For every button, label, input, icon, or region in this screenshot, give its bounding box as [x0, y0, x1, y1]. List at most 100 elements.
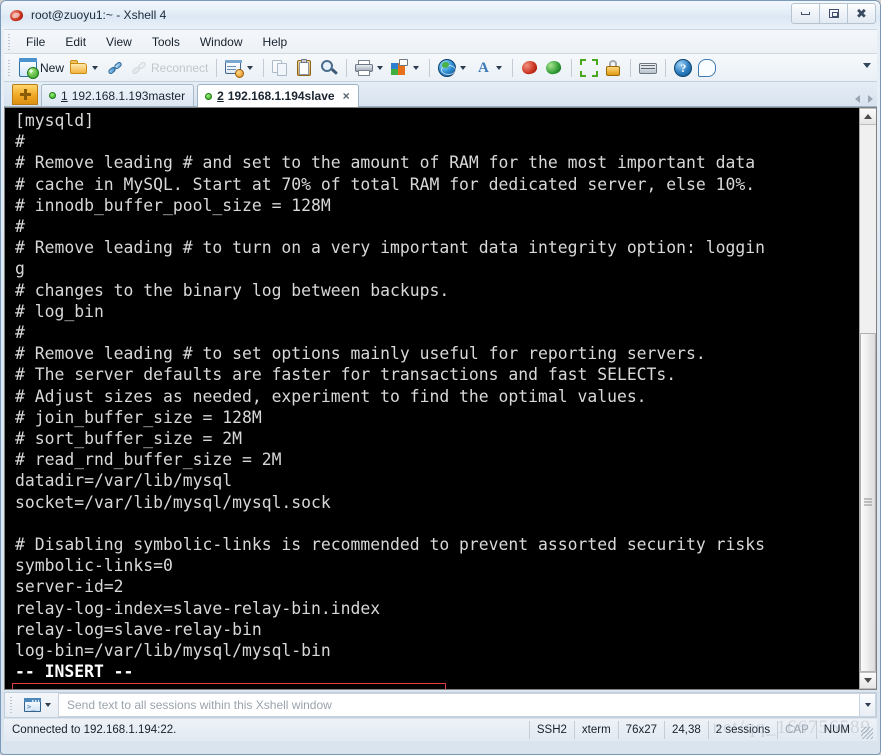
terminal-line: # changes to the binary log between back…: [15, 280, 450, 300]
toolbar-drag-grip[interactable]: [6, 58, 13, 77]
chevron-down-icon[interactable]: [92, 65, 99, 70]
chevron-down-icon[interactable]: [460, 65, 467, 70]
printer-icon: [355, 59, 374, 77]
chevron-down-icon[interactable]: [247, 65, 254, 70]
session-properties-button[interactable]: [222, 56, 258, 80]
find-button[interactable]: [317, 56, 341, 80]
terminal-line: #: [15, 323, 25, 343]
new-tab-button[interactable]: [12, 84, 38, 105]
menu-view[interactable]: View: [97, 32, 141, 52]
terminal-line: # log_bin: [15, 301, 104, 321]
chevron-up-icon: [864, 114, 872, 119]
minimize-button[interactable]: [791, 3, 820, 24]
send-target-button[interactable]: >_: [18, 697, 56, 712]
terminal-line: #: [15, 132, 25, 152]
send-to-all-bar: >_ Send text to all sessions within this…: [4, 692, 877, 718]
connect-button[interactable]: [103, 56, 127, 80]
toolbar-separator: [512, 58, 514, 77]
send-history-dropdown[interactable]: [859, 693, 876, 717]
menu-drag-grip[interactable]: [6, 32, 13, 51]
tab-bar: 1 192.168.1.193master 2 192.168.1.194sla…: [4, 82, 877, 107]
toolbar-separator: [263, 58, 265, 77]
xshell-button[interactable]: [518, 56, 542, 80]
toolbar-separator: [665, 58, 667, 77]
new-window-icon: +: [18, 58, 39, 79]
terminal-output[interactable]: [mysqld] # # Remove leading # and set to t…: [5, 108, 859, 689]
sendbar-drag-grip[interactable]: [8, 696, 15, 714]
lock-button[interactable]: [601, 56, 625, 80]
terminal-line: socket=/var/lib/mysql/mysql.sock: [15, 492, 331, 512]
chevron-down-icon[interactable]: [496, 65, 503, 70]
terminal-line: g: [15, 259, 25, 279]
fullscreen-button[interactable]: [577, 56, 601, 80]
reconnect-label: Reconnect: [151, 60, 209, 75]
font-button[interactable]: A: [471, 56, 507, 80]
window-gear-icon: [225, 59, 245, 78]
xftp-button[interactable]: [542, 56, 566, 80]
copy-button[interactable]: [269, 56, 293, 80]
chat-bubble-icon: [698, 58, 717, 77]
help-button[interactable]: ?: [671, 56, 695, 80]
terminal-scrollbar[interactable]: [859, 108, 876, 689]
status-caps-lock: CAP: [777, 721, 816, 739]
chevron-down-icon[interactable]: [377, 65, 384, 70]
terminal-line: relay-log-index=slave-relay-bin.index: [15, 598, 381, 618]
grip-icon: [864, 498, 872, 506]
terminal-line: # The server defaults are faster for tra…: [15, 365, 677, 385]
scrollbar-track[interactable]: [860, 125, 876, 672]
send-to-all-input[interactable]: Send text to all sessions within this Xs…: [58, 693, 859, 717]
menu-file[interactable]: File: [17, 32, 54, 52]
toolbar: + New Reconnect A ?: [4, 54, 877, 82]
toolbar-overflow-icon[interactable]: [863, 63, 871, 68]
new-session-button[interactable]: + New: [16, 56, 67, 80]
tab-session-2[interactable]: 2 192.168.1.194slave ×: [197, 84, 359, 107]
scroll-down-button[interactable]: [860, 672, 876, 689]
terminal-line: # Remove leading # and set to the amount…: [15, 153, 756, 173]
terminal-mode-line: -- INSERT --: [15, 662, 134, 682]
close-button[interactable]: ✖: [847, 3, 876, 24]
toolbar-separator: [429, 58, 431, 77]
chevron-down-icon[interactable]: [413, 65, 420, 70]
connected-status-icon: [205, 92, 213, 100]
tab-scroll-left-icon[interactable]: [855, 95, 860, 103]
tab-scroll-right-icon[interactable]: [868, 95, 873, 103]
terminal-line: datadir=/var/lib/mysql: [15, 471, 233, 491]
reconnect-button[interactable]: Reconnect: [127, 56, 211, 80]
maximize-button[interactable]: [819, 3, 848, 24]
paste-button[interactable]: [293, 56, 317, 80]
menu-edit[interactable]: Edit: [56, 32, 95, 52]
resize-grip-icon[interactable]: [861, 727, 873, 739]
terminal-line: # sort_buffer_size = 2M: [15, 429, 242, 449]
chevron-down-icon[interactable]: [45, 703, 51, 707]
scroll-up-button[interactable]: [860, 108, 876, 125]
new-session-label: New: [40, 60, 65, 75]
xftp-icon: [545, 59, 563, 77]
xshell-icon: [521, 59, 539, 77]
connected-status-icon: [49, 92, 56, 99]
encoding-button[interactable]: [435, 56, 471, 80]
close-icon[interactable]: ×: [343, 89, 350, 103]
chat-button[interactable]: [695, 56, 719, 80]
open-session-button[interactable]: [67, 56, 103, 80]
globe-icon: [438, 58, 457, 77]
toolbar-separator: [630, 58, 632, 77]
menu-tools[interactable]: Tools: [143, 32, 189, 52]
status-message: Connected to 192.168.1.194:22.: [12, 724, 177, 736]
color-transfer-icon: [391, 58, 409, 77]
terminal-line: # join_buffer_size = 128M: [15, 407, 262, 427]
window-title: root@zuoyu1:~ - Xshell 4: [31, 8, 167, 22]
status-cells: SSH2 xterm 76x27 24,38 2 sessions CAP NU…: [528, 719, 873, 741]
menu-window[interactable]: Window: [191, 32, 252, 52]
title-bar: root@zuoyu1:~ - Xshell 4 ✖: [1, 1, 880, 29]
toolbar-separator: [346, 58, 348, 77]
print-button[interactable]: [352, 56, 388, 80]
toolbar-separator: [216, 58, 218, 77]
menu-help[interactable]: Help: [254, 32, 297, 52]
scrollbar-thumb[interactable]: [860, 332, 876, 672]
transfer-button[interactable]: [388, 56, 424, 80]
tab-session-1[interactable]: 1 192.168.1.193master: [41, 84, 195, 106]
terminal-line: server-id=2: [15, 577, 124, 597]
keyboard-button[interactable]: [636, 56, 660, 80]
terminal-line: log-bin=/var/lib/mysql/mysql-bin: [15, 641, 331, 661]
